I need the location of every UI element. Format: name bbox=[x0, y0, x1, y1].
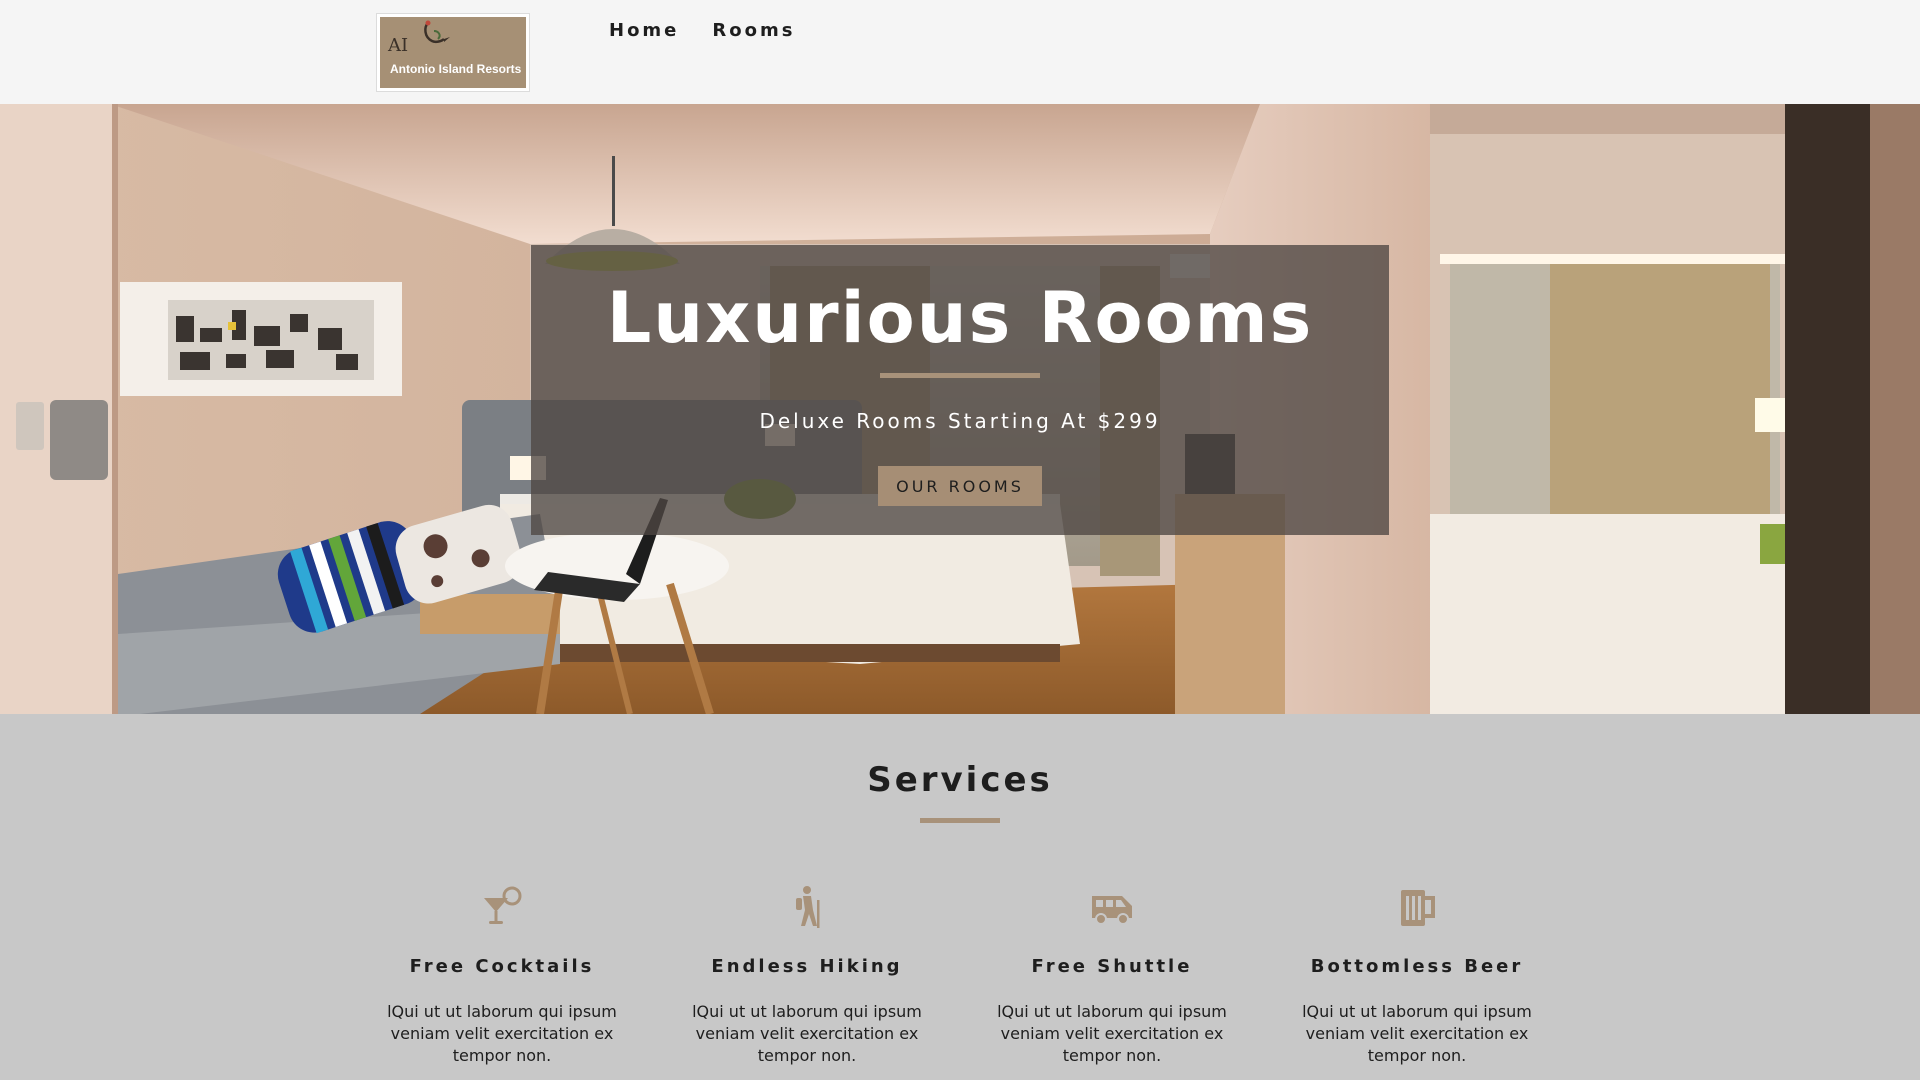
service-title: Free Cocktails bbox=[409, 956, 595, 977]
beer-icon bbox=[1401, 890, 1435, 926]
service-item: Free Cocktails lQui ut ut laborum qui ip… bbox=[362, 884, 642, 1067]
shuttle-icon bbox=[1092, 896, 1132, 925]
logo-wordmark: Antonio Island Resorts bbox=[390, 62, 522, 76]
services-section: Services Free Cocktails lQui ut ut labor… bbox=[0, 714, 1920, 1080]
main-nav: Home Rooms bbox=[609, 20, 795, 41]
logo-monogram: AI bbox=[388, 35, 409, 56]
services-title: Services bbox=[867, 760, 1053, 800]
service-title: Free Shuttle bbox=[1031, 956, 1193, 977]
hero-divider bbox=[880, 373, 1040, 378]
service-description: lQui ut ut laborum qui ipsum veniam veli… bbox=[387, 1002, 617, 1065]
hero-overlay: Luxurious Rooms Deluxe Rooms Starting At… bbox=[531, 245, 1389, 535]
service-item: Bottomless Beer lQui ut ut laborum qui i… bbox=[1277, 884, 1557, 1067]
service-description: lQui ut ut laborum qui ipsum veniam veli… bbox=[692, 1002, 922, 1065]
service-description: lQui ut ut laborum qui ipsum veniam veli… bbox=[1302, 1002, 1532, 1065]
service-item: Free Shuttle lQui ut ut laborum qui ipsu… bbox=[972, 884, 1252, 1067]
hiking-icon bbox=[796, 886, 820, 928]
nav-home[interactable]: Home bbox=[609, 20, 679, 41]
services-divider bbox=[920, 818, 1000, 823]
service-item: Endless Hiking lQui ut ut laborum qui ip… bbox=[667, 884, 947, 1067]
hero-banner: Luxurious Rooms Deluxe Rooms Starting At… bbox=[0, 104, 1920, 714]
our-rooms-button[interactable]: OUR ROOMS bbox=[878, 466, 1042, 506]
cocktail-icon bbox=[484, 886, 522, 924]
service-title: Bottomless Beer bbox=[1310, 956, 1524, 977]
service-title: Endless Hiking bbox=[711, 956, 903, 977]
site-logo[interactable]: AI Antonio Island Resorts bbox=[377, 14, 529, 91]
bird-icon bbox=[424, 20, 450, 44]
hero-title: Luxurious Rooms bbox=[606, 277, 1314, 359]
nav-rooms[interactable]: Rooms bbox=[712, 20, 795, 41]
site-header: AI Antonio Island Resorts Home Rooms bbox=[0, 0, 1920, 104]
hero-subtitle: Deluxe Rooms Starting At $299 bbox=[759, 409, 1161, 433]
service-description: lQui ut ut laborum qui ipsum veniam veli… bbox=[997, 1002, 1227, 1065]
